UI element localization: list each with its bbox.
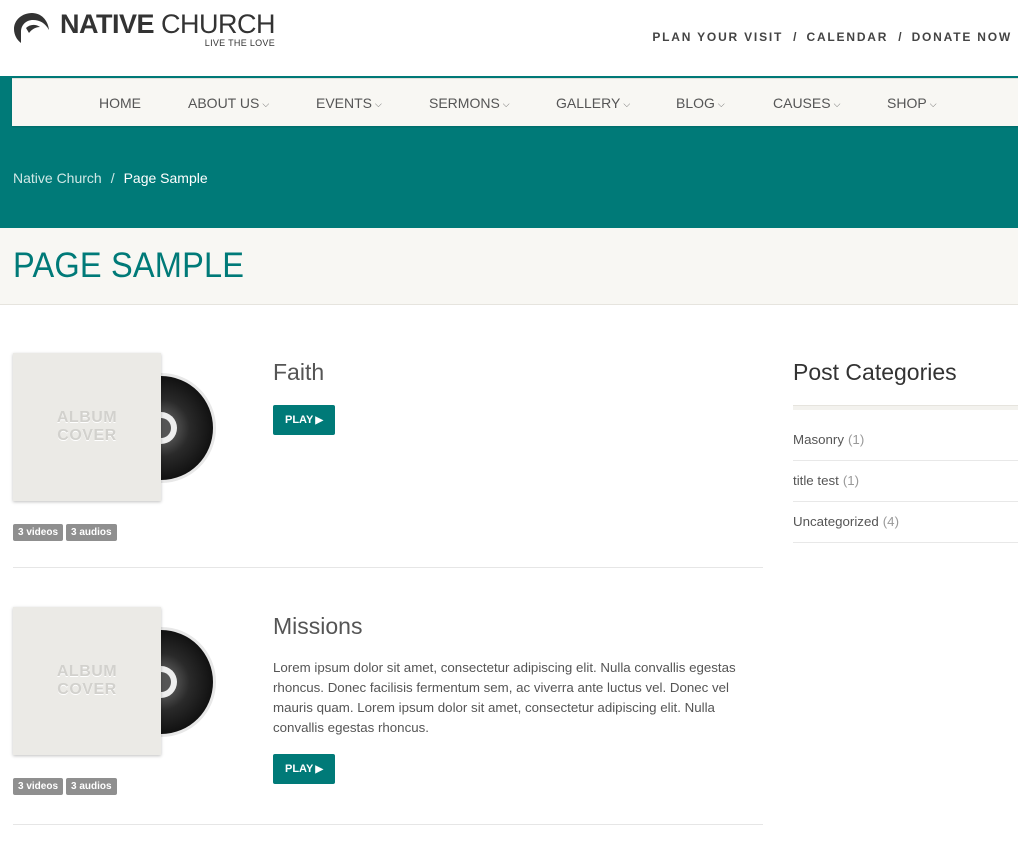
page-title: PAGE SAMPLE (13, 246, 245, 285)
top-links: PLAN YOUR VISIT / CALENDAR / DONATE NOW (652, 30, 1012, 44)
album-cover-art: ALBUM COVER (13, 607, 161, 755)
title-band: PAGE SAMPLE (0, 228, 1018, 305)
list-item: title test (1) (793, 461, 1018, 502)
sidebar-divider (793, 405, 1018, 410)
donate-now-link[interactable]: DONATE NOW (912, 30, 1012, 44)
logo-tagline: LIVE THE LOVE (204, 38, 276, 48)
album-description: Lorem ipsum dolor sit amet, consectetur … (273, 660, 736, 735)
play-button[interactable]: PLAY ▶ (273, 405, 335, 435)
list-item: Uncategorized (4) (793, 502, 1018, 543)
nav-item-gallery[interactable]: GALLERY ⌵ (556, 79, 630, 127)
nav-item-blog[interactable]: BLOG ⌵ (676, 79, 725, 127)
breadcrumb: Native Church / Page Sample (13, 170, 208, 186)
category-link-title-test[interactable]: title test (793, 473, 839, 488)
album-cover-art: ALBUM COVER (13, 353, 161, 501)
category-link-masonry[interactable]: Masonry (793, 432, 844, 447)
audios-count-badge[interactable]: 3 audios (66, 778, 117, 795)
site-logo[interactable]: NATIVE CHURCH LIVE THE LOVE (12, 9, 276, 48)
page-banner: Native Church / Page Sample (0, 128, 1018, 228)
divider (13, 824, 763, 825)
list-item: Masonry (1) (793, 420, 1018, 461)
chevron-down-icon: ⌵ (502, 99, 510, 109)
album-badges: 3 videos 3 audios (13, 524, 120, 541)
album-title[interactable]: Faith (273, 359, 324, 386)
album-title[interactable]: Missions (273, 613, 362, 640)
top-link-separator: / (898, 30, 902, 44)
play-button[interactable]: PLAY ▶ (273, 754, 335, 784)
album-badges: 3 videos 3 audios (13, 778, 120, 795)
breadcrumb-current: Page Sample (123, 170, 208, 186)
album-cover[interactable]: ALBUM COVER (13, 607, 223, 757)
category-link-uncategorized[interactable]: Uncategorized (793, 514, 879, 529)
nav-item-causes[interactable]: CAUSES ⌵ (773, 79, 840, 127)
logo-name: NATIVE CHURCH (60, 9, 276, 39)
videos-count-badge[interactable]: 3 videos (13, 524, 64, 541)
category-count: (1) (842, 473, 860, 488)
audios-count-badge[interactable]: 3 audios (66, 524, 117, 541)
plan-your-visit-link[interactable]: PLAN YOUR VISIT (652, 30, 783, 44)
nav-item-sermons[interactable]: SERMONS ⌵ (429, 79, 510, 127)
album-cover[interactable]: ALBUM COVER (13, 353, 223, 503)
nav-item-shop[interactable]: SHOP ⌵ (887, 79, 937, 127)
play-triangle-icon: ▶ (315, 414, 324, 426)
nav-item-about-us[interactable]: ABOUT US ⌵ (188, 79, 269, 127)
breadcrumb-separator: / (110, 170, 115, 186)
chevron-down-icon: ⌵ (623, 99, 631, 109)
nav-item-events[interactable]: EVENTS ⌵ (316, 79, 382, 127)
divider (13, 567, 763, 568)
category-list: Masonry (1) title test (1) Uncategorized (4… (793, 420, 1018, 543)
category-count: (4) (882, 514, 900, 529)
album-item: ALBUM COVER 3 videos 3 audios Missions L… (13, 607, 763, 797)
play-triangle-icon: ▶ (315, 763, 324, 775)
church-logo-icon (12, 10, 52, 48)
breadcrumb-home-link[interactable]: Native Church (13, 170, 102, 186)
chevron-down-icon: ⌵ (262, 99, 270, 109)
chevron-down-icon: ⌵ (833, 99, 841, 109)
sidebar-title: Post Categories (793, 359, 957, 385)
chevron-down-icon: ⌵ (717, 99, 725, 109)
album-item: ALBUM COVER 3 videos 3 audios Faith PLAY… (13, 353, 763, 543)
main-nav: HOME ABOUT US ⌵ EVENTS ⌵ SERMONS ⌵ GALLERY ⌵… (12, 78, 1018, 126)
calendar-link[interactable]: CALENDAR (806, 30, 888, 44)
chevron-down-icon: ⌵ (929, 99, 937, 109)
site-header: NATIVE CHURCH LIVE THE LOVE PLAN YOUR VI… (0, 0, 1018, 78)
chevron-down-icon: ⌵ (375, 99, 382, 109)
category-count: (1) (848, 432, 865, 447)
nav-item-home[interactable]: HOME (99, 79, 141, 127)
top-link-separator: / (793, 30, 797, 44)
videos-count-badge[interactable]: 3 videos (13, 778, 64, 795)
